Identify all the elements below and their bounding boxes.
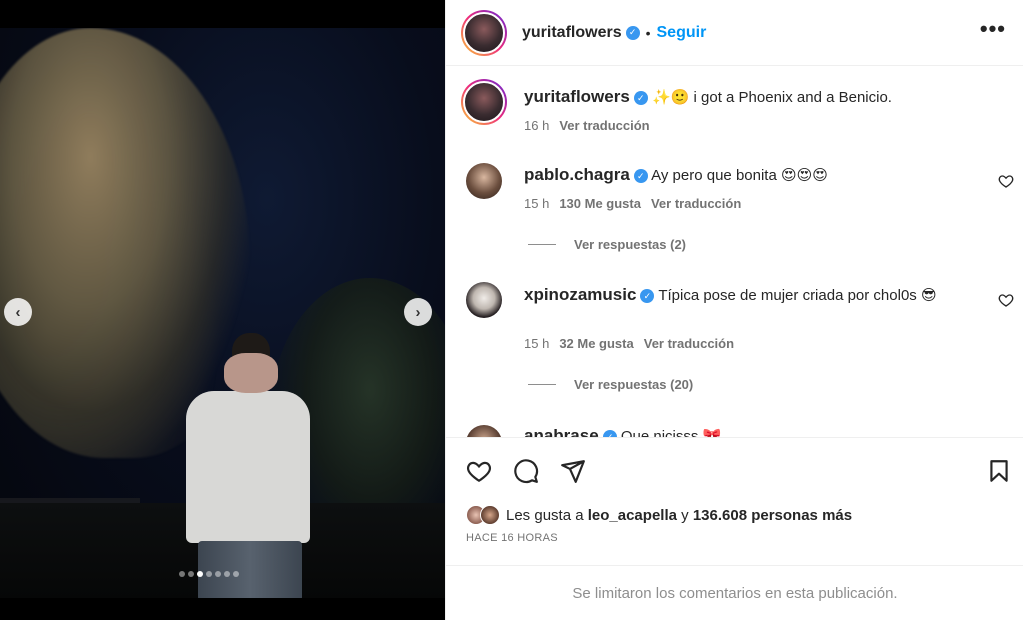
comment-item: anabrase✓ Que nicisss 🎀 [446, 417, 1023, 437]
comment-time: 15 h [524, 196, 550, 211]
verified-badge-icon: ✓ [633, 169, 648, 184]
carousel-dot [224, 571, 230, 577]
like-heart-icon[interactable] [466, 458, 492, 484]
likes-joiner: y [681, 506, 689, 524]
more-options-icon[interactable]: ••• [980, 18, 1006, 40]
carousel-dot [188, 571, 194, 577]
caption-translate-link[interactable]: Ver traducción [559, 118, 649, 133]
carousel-dot [197, 571, 203, 577]
photo-person [186, 333, 310, 598]
post-header: yuritaflowers ✓ • Seguir ••• [446, 0, 1023, 66]
carousel-dot [215, 571, 221, 577]
replies-divider [528, 244, 556, 245]
carousel-dot [206, 571, 212, 577]
chevron-left-icon: ‹ [15, 303, 21, 321]
header-separator: • [645, 24, 651, 41]
comment-item: xpinozamusic ✓ Típica pose de mujer criad… [446, 267, 1023, 417]
heart-icon[interactable] [998, 292, 1014, 308]
post-caption: yuritaflowers ✓ ✨🙂 i got a Phoenix and a … [446, 67, 1023, 145]
commenter-avatar[interactable] [466, 163, 502, 199]
comment-translate-link[interactable]: Ver traducción [651, 196, 741, 211]
comment-likes-link[interactable]: 32 Me gusta [559, 336, 633, 351]
likers-avatars[interactable] [466, 505, 500, 525]
comment-username[interactable]: xpinozamusic [524, 285, 636, 304]
verified-badge-icon: ✓ [602, 430, 617, 437]
caption-avatar[interactable] [461, 79, 507, 125]
share-paper-plane-icon[interactable] [560, 458, 586, 484]
carousel-dot [179, 571, 185, 577]
comment-username[interactable]: anabrase [524, 426, 599, 437]
comments-list[interactable]: yuritaflowers ✓ ✨🙂 i got a Phoenix and a … [446, 67, 1023, 437]
liker-avatar [480, 505, 500, 525]
bookmark-icon[interactable] [986, 458, 1012, 484]
comment-translate-link[interactable]: Ver traducción [644, 336, 734, 351]
likes-prefix: Les gusta a [506, 506, 584, 524]
chevron-right-icon: › [415, 303, 421, 321]
likes-count-link[interactable]: 136.608 personas más [693, 507, 852, 524]
comment-text: Que nicisss 🎀 [620, 428, 722, 437]
post-panel: yuritaflowers ✓ • Seguir ••• yuritaflowe… [445, 0, 1023, 620]
comments-limited-notice: Se limitaron los comentarios en esta pub… [446, 565, 1023, 620]
comment-likes-link[interactable]: 130 Me gusta [559, 196, 641, 211]
caption-text: ✨🙂 i got a Phoenix and a Benicio. [651, 89, 892, 106]
comment-time: 15 h [524, 336, 550, 351]
view-replies-button[interactable]: Ver respuestas (20) [528, 377, 693, 392]
author-username[interactable]: yuritaflowers [522, 24, 622, 42]
commenter-avatar[interactable] [466, 425, 502, 437]
commenter-avatar[interactable] [466, 282, 502, 318]
post-timestamp: HACE 16 HORAS [466, 532, 558, 544]
post-media: ‹ › [0, 0, 445, 620]
follow-button[interactable]: Seguir [657, 24, 707, 42]
caption-username[interactable]: yuritaflowers [524, 87, 630, 106]
author-avatar[interactable] [461, 9, 507, 56]
comment-item: pablo.chagra ✓ Ay pero que bonita 😍😍😍 15 … [446, 145, 1023, 285]
carousel-prev-button[interactable]: ‹ [4, 298, 32, 326]
liker-username[interactable]: leo_acapella [588, 507, 677, 524]
likes-summary: Les gusta a leo_acapella y 136.608 perso… [466, 505, 852, 525]
verified-badge-icon: ✓ [640, 289, 655, 304]
carousel-dot [233, 571, 239, 577]
heart-icon[interactable] [998, 173, 1014, 189]
verified-badge-icon: ✓ [633, 91, 648, 106]
comment-text: Típica pose de mujer criada por chol0s 😎 [658, 287, 937, 304]
replies-divider [528, 384, 556, 385]
post-photo[interactable] [0, 28, 445, 598]
comment-username[interactable]: pablo.chagra [524, 165, 630, 184]
comment-text: Ay pero que bonita 😍😍😍 [651, 167, 828, 184]
verified-badge-icon: ✓ [625, 25, 640, 40]
carousel-indicator [179, 571, 239, 577]
caption-time: 16 h [524, 118, 550, 133]
post-actions: Les gusta a leo_acapella y 136.608 perso… [446, 437, 1023, 565]
comment-bubble-icon[interactable] [513, 458, 539, 484]
carousel-next-button[interactable]: › [404, 298, 432, 326]
view-replies-label: Ver respuestas (20) [574, 377, 694, 392]
view-replies-label: Ver respuestas (2) [574, 237, 687, 252]
view-replies-button[interactable]: Ver respuestas (2) [528, 237, 686, 252]
